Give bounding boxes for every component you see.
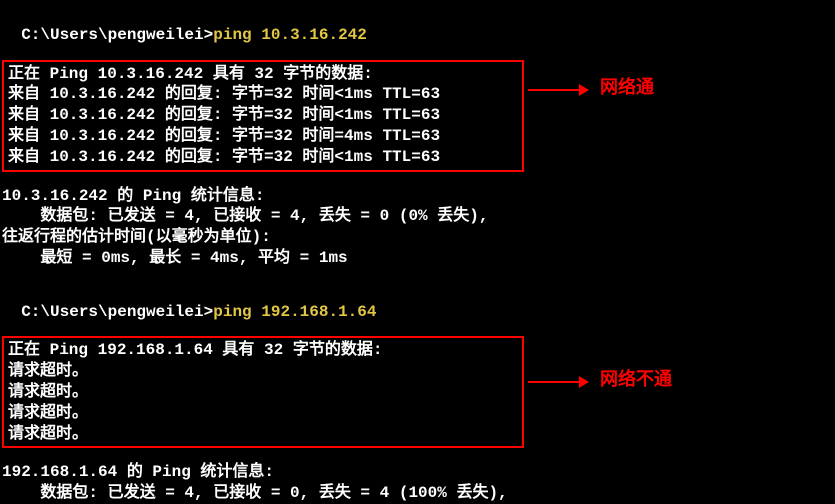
annotation-label: 网络通: [600, 78, 654, 101]
ping-timeout: 请求超时。: [8, 382, 518, 403]
arrow-icon: [528, 381, 588, 383]
stats-title: 10.3.16.242 的 Ping 统计信息:: [2, 186, 833, 207]
ping-timeout: 请求超时。: [8, 361, 518, 382]
prompt-separator: >: [204, 303, 214, 321]
ping-fail-box: 正在 Ping 192.168.1.64 具有 32 字节的数据: 请求超时。 …: [2, 336, 524, 448]
command-text: ping 192.168.1.64: [213, 303, 376, 321]
command-text: ping 10.3.16.242: [213, 26, 367, 44]
ping-success-box: 正在 Ping 10.3.16.242 具有 32 字节的数据: 来自 10.3…: [2, 60, 524, 172]
ping-reply: 来自 10.3.16.242 的回复: 字节=32 时间<1ms TTL=63: [8, 84, 518, 105]
stats-rtt: 最短 = 0ms, 最长 = 4ms, 平均 = 1ms: [2, 248, 833, 269]
ping-header: 正在 Ping 10.3.16.242 具有 32 字节的数据:: [8, 64, 518, 85]
prompt-path: C:\Users\pengweilei: [21, 303, 203, 321]
prompt-path: C:\Users\pengweilei: [21, 26, 203, 44]
stats-packets: 数据包: 已发送 = 4, 已接收 = 4, 丢失 = 0 (0% 丢失),: [2, 206, 833, 227]
ping-header: 正在 Ping 192.168.1.64 具有 32 字节的数据:: [8, 340, 518, 361]
ping-reply: 来自 10.3.16.242 的回复: 字节=32 时间=4ms TTL=63: [8, 126, 518, 147]
annotation-success: 网络通: [528, 78, 654, 101]
ping-timeout: 请求超时。: [8, 424, 518, 445]
ping-timeout: 请求超时。: [8, 403, 518, 424]
annotation-label: 网络不通: [600, 370, 672, 393]
prompt-separator: >: [204, 26, 214, 44]
stats-rtt-title: 往返行程的估计时间(以毫秒为单位):: [2, 227, 833, 248]
ping-reply: 来自 10.3.16.242 的回复: 字节=32 时间<1ms TTL=63: [8, 147, 518, 168]
ping-reply: 来自 10.3.16.242 的回复: 字节=32 时间<1ms TTL=63: [8, 105, 518, 126]
stats-packets: 数据包: 已发送 = 4, 已接收 = 0, 丢失 = 4 (100% 丢失),: [2, 483, 833, 504]
arrow-icon: [528, 89, 588, 91]
annotation-fail: 网络不通: [528, 370, 672, 393]
prompt-line-2[interactable]: C:\Users\pengweilei>ping 192.168.1.64: [2, 281, 833, 323]
stats-title: 192.168.1.64 的 Ping 统计信息:: [2, 462, 833, 483]
prompt-line-1[interactable]: C:\Users\pengweilei>ping 10.3.16.242: [2, 4, 833, 46]
